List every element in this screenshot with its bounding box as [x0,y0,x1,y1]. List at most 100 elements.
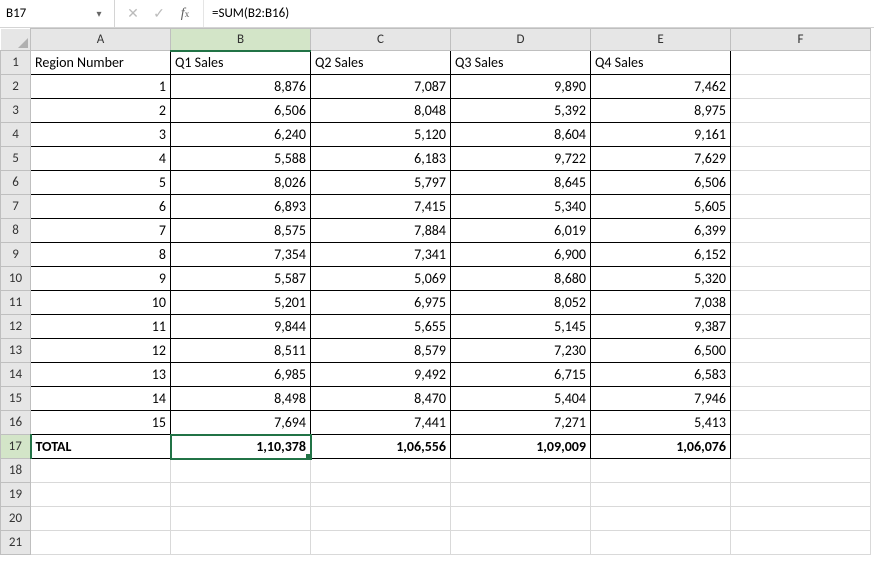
cell-D11[interactable]: 8,052 [451,291,591,315]
cell-F19[interactable] [731,483,871,507]
cell-B5[interactable]: 5,588 [171,147,311,171]
cell-D5[interactable]: 9,722 [451,147,591,171]
cell-A10[interactable]: 9 [31,267,171,291]
cell-E18[interactable] [591,459,731,483]
cell-B15[interactable]: 8,498 [171,387,311,411]
cell-B13[interactable]: 8,511 [171,339,311,363]
cell-D13[interactable]: 7,230 [451,339,591,363]
cell-B1[interactable]: Q1 Sales [171,51,311,75]
cell-C8[interactable]: 7,884 [311,219,451,243]
cell-E7[interactable]: 5,605 [591,195,731,219]
cell-B2[interactable]: 8,876 [171,75,311,99]
cell-A2[interactable]: 1 [31,75,171,99]
row-header-14[interactable]: 14 [1,363,31,387]
cell-D3[interactable]: 5,392 [451,99,591,123]
cell-C5[interactable]: 6,183 [311,147,451,171]
cell-D8[interactable]: 6,019 [451,219,591,243]
row-header-8[interactable]: 8 [1,219,31,243]
cell-D15[interactable]: 5,404 [451,387,591,411]
cell-C14[interactable]: 9,492 [311,363,451,387]
cell-E10[interactable]: 5,320 [591,267,731,291]
row-header-5[interactable]: 5 [1,147,31,171]
cell-F15[interactable] [731,387,871,411]
cell-A4[interactable]: 3 [31,123,171,147]
row-header-18[interactable]: 18 [1,459,31,483]
row-header-2[interactable]: 2 [1,75,31,99]
cell-B10[interactable]: 5,587 [171,267,311,291]
cell-F10[interactable] [731,267,871,291]
cell-F6[interactable] [731,171,871,195]
cell-F14[interactable] [731,363,871,387]
column-header-B[interactable]: B [171,29,311,51]
cell-D18[interactable] [451,459,591,483]
cell-D12[interactable]: 5,145 [451,315,591,339]
cell-D10[interactable]: 8,680 [451,267,591,291]
cell-E1[interactable]: Q4 Sales [591,51,731,75]
cell-A14[interactable]: 13 [31,363,171,387]
cell-E19[interactable] [591,483,731,507]
row-header-11[interactable]: 11 [1,291,31,315]
row-header-10[interactable]: 10 [1,267,31,291]
cell-D14[interactable]: 6,715 [451,363,591,387]
row-header-9[interactable]: 9 [1,243,31,267]
row-header-7[interactable]: 7 [1,195,31,219]
cell-B18[interactable] [171,459,311,483]
cell-F17[interactable] [731,435,871,459]
row-header-17[interactable]: 17 [1,435,31,459]
cell-D6[interactable]: 8,645 [451,171,591,195]
cell-A3[interactable]: 2 [31,99,171,123]
cell-F3[interactable] [731,99,871,123]
cell-D19[interactable] [451,483,591,507]
column-header-A[interactable]: A [31,29,171,51]
cell-B8[interactable]: 8,575 [171,219,311,243]
cell-C11[interactable]: 6,975 [311,291,451,315]
cell-F2[interactable] [731,75,871,99]
cell-B20[interactable] [171,507,311,531]
cell-F12[interactable] [731,315,871,339]
cell-C15[interactable]: 8,470 [311,387,451,411]
cell-B16[interactable]: 7,694 [171,411,311,435]
cell-E8[interactable]: 6,399 [591,219,731,243]
cell-E11[interactable]: 7,038 [591,291,731,315]
cell-E15[interactable]: 7,946 [591,387,731,411]
cell-C2[interactable]: 7,087 [311,75,451,99]
cell-F8[interactable] [731,219,871,243]
cell-F1[interactable] [731,51,871,75]
select-all-corner[interactable] [1,29,31,51]
cell-E21[interactable] [591,531,731,555]
formula-input[interactable] [204,4,874,23]
row-header-20[interactable]: 20 [1,507,31,531]
cell-F16[interactable] [731,411,871,435]
cell-D21[interactable] [451,531,591,555]
cell-E4[interactable]: 9,161 [591,123,731,147]
cell-A13[interactable]: 12 [31,339,171,363]
cell-C9[interactable]: 7,341 [311,243,451,267]
cell-B4[interactable]: 6,240 [171,123,311,147]
cell-A21[interactable] [31,531,171,555]
cell-C13[interactable]: 8,579 [311,339,451,363]
cell-A15[interactable]: 14 [31,387,171,411]
cell-A6[interactable]: 5 [31,171,171,195]
column-header-D[interactable]: D [451,29,591,51]
cell-B11[interactable]: 5,201 [171,291,311,315]
cell-C4[interactable]: 5,120 [311,123,451,147]
cell-F11[interactable] [731,291,871,315]
column-header-C[interactable]: C [311,29,451,51]
cell-C16[interactable]: 7,441 [311,411,451,435]
cell-F7[interactable] [731,195,871,219]
cell-C21[interactable] [311,531,451,555]
column-header-F[interactable]: F [731,29,871,51]
cell-C3[interactable]: 8,048 [311,99,451,123]
cell-A12[interactable]: 11 [31,315,171,339]
cell-E3[interactable]: 8,975 [591,99,731,123]
cell-B6[interactable]: 8,026 [171,171,311,195]
cell-F13[interactable] [731,339,871,363]
cell-E2[interactable]: 7,462 [591,75,731,99]
name-box[interactable] [0,4,90,23]
cell-B19[interactable] [171,483,311,507]
cell-D20[interactable] [451,507,591,531]
row-header-21[interactable]: 21 [1,531,31,555]
cell-E6[interactable]: 6,506 [591,171,731,195]
cell-E14[interactable]: 6,583 [591,363,731,387]
cell-B14[interactable]: 6,985 [171,363,311,387]
